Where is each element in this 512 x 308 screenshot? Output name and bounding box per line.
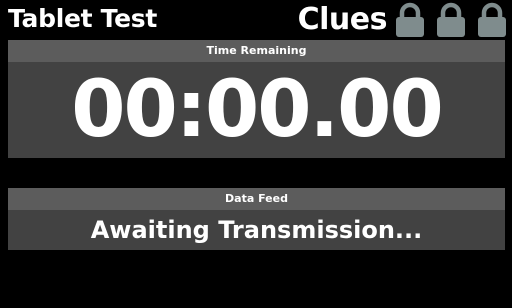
data-feed-header: Data Feed <box>8 188 505 210</box>
timer-panel: Time Remaining 00:00.00 <box>8 40 505 158</box>
lock-icon[interactable] <box>474 2 510 38</box>
data-feed-panel: Data Feed Awaiting Transmission... <box>8 188 505 250</box>
lock-icon[interactable] <box>433 2 469 38</box>
timer-header: Time Remaining <box>8 40 505 62</box>
clues-group: Clues <box>298 1 510 39</box>
clues-label: Clues <box>297 2 388 37</box>
timer-value: 00:00.00 <box>71 65 443 155</box>
lock-icon[interactable] <box>392 2 428 38</box>
app-title: Tablet Test <box>8 4 157 33</box>
data-feed-value: Awaiting Transmission... <box>90 216 423 244</box>
